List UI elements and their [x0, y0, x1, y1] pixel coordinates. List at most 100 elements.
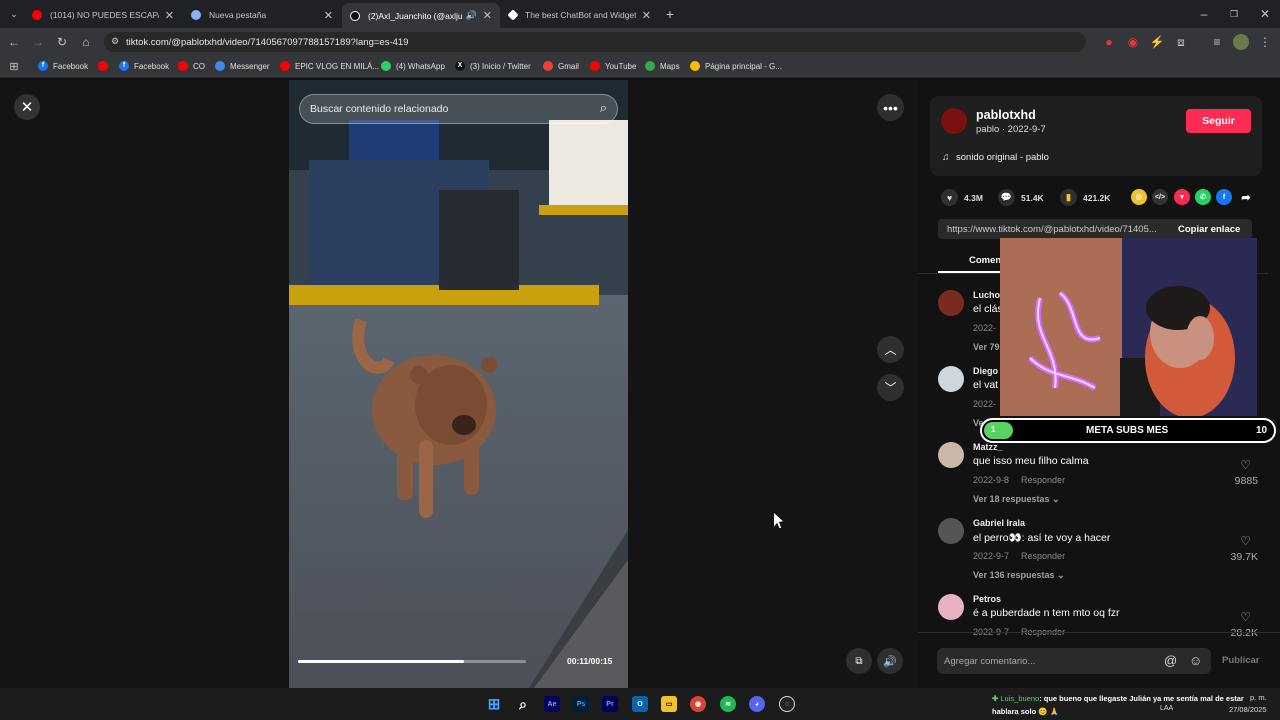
bookmark-6[interactable]: (4) WhatsApp — [381, 61, 445, 71]
site-info-icon[interactable]: ⚙ — [111, 36, 119, 47]
extension-pin-icon[interactable]: ◉ — [1125, 34, 1141, 50]
bookmark-2[interactable] — [98, 61, 113, 71]
menu-icon[interactable]: ⋮ — [1257, 34, 1273, 50]
profile-avatar[interactable] — [1233, 34, 1249, 50]
comment-like-icon[interactable]: ♡ — [1240, 610, 1251, 624]
outlook-icon[interactable]: O — [632, 696, 648, 712]
bookmark-0[interactable]: f Facebook — [38, 61, 88, 71]
previous-video-icon[interactable]: ︿ — [877, 336, 904, 363]
restore-icon[interactable]: ❐ — [1226, 6, 1242, 22]
facebook-share-icon[interactable]: f — [1216, 189, 1232, 205]
tab-youtube[interactable]: (1014) NO PUEDES ESCAPAR D ✕ — [24, 4, 182, 26]
tab-new[interactable]: Nueva pestaña ✕ — [183, 4, 341, 26]
bookmark-10[interactable]: Maps — [645, 61, 680, 71]
commenter-avatar[interactable] — [938, 290, 964, 316]
close-tab-icon[interactable]: ✕ — [324, 9, 333, 22]
chrome-taskbar-icon[interactable]: ◉ — [690, 696, 706, 712]
follow-button[interactable]: Seguir — [1186, 109, 1251, 133]
spotify-icon[interactable]: ≋ — [720, 696, 736, 712]
bookmark-8[interactable]: Gmail — [543, 61, 579, 71]
apps-icon[interactable]: ⊞ — [6, 59, 22, 75]
windows-start-icon[interactable]: ⊞ — [486, 696, 502, 713]
comment-input[interactable]: Agregar comentario... @ ☺ — [937, 648, 1211, 674]
extensions-icon[interactable]: ⧈ — [1173, 34, 1189, 50]
whatsapp-share-icon[interactable]: ✆ — [1195, 189, 1211, 205]
tray-lang[interactable]: LAA — [1160, 705, 1173, 712]
save-button[interactable]: ▮ 421.2K — [1060, 189, 1110, 206]
tray-time[interactable]: p. m. — [1250, 693, 1267, 702]
close-tab-icon[interactable]: ✕ — [642, 9, 651, 22]
view-replies-button[interactable]: Ver 136 respuestas ⌄ — [973, 570, 1065, 581]
reply-button[interactable]: Responder — [1021, 551, 1065, 561]
emoji-icon[interactable]: ☺ — [1189, 653, 1202, 668]
after-effects-icon[interactable]: Ae — [544, 696, 560, 712]
minimize-icon[interactable]: – — [1196, 6, 1212, 22]
mention-icon[interactable]: @ — [1164, 653, 1177, 668]
premiere-icon[interactable]: Pr — [602, 696, 618, 712]
tray-date[interactable]: 27/08/2025 — [1229, 705, 1267, 714]
more-options-icon[interactable]: ••• — [877, 94, 904, 121]
audio-icon[interactable]: 🔊 — [466, 10, 477, 21]
address-bar[interactable]: ⚙ tiktok.com/@pablotxhd/video/7140567097… — [104, 32, 1086, 52]
bookmark-1[interactable]: f Facebook — [119, 61, 169, 71]
close-tab-icon[interactable]: ✕ — [165, 9, 174, 22]
commenter-avatar[interactable] — [938, 366, 964, 392]
comment-button[interactable]: 💬 51.4K — [998, 189, 1044, 206]
tab-tiktok[interactable]: (2)Axl_Juanchito (@axljuan 🔊 ✕ — [342, 3, 500, 28]
video-link[interactable]: https://www.tiktok.com/@pablotxhd/video/… — [947, 224, 1167, 235]
send-icon[interactable]: ▼ — [1174, 189, 1190, 205]
new-tab-icon[interactable]: + — [662, 6, 678, 22]
view-replies-button[interactable]: Ver 18 respuestas ⌄ — [973, 494, 1060, 505]
post-button[interactable]: Publicar — [1222, 655, 1260, 666]
bookmark-9[interactable]: YouTube — [590, 61, 636, 71]
reload-icon[interactable]: ↻ — [54, 34, 70, 50]
obs-icon[interactable]: ◌ — [779, 696, 795, 712]
reply-button[interactable]: Responder — [1021, 475, 1065, 485]
volume-icon[interactable]: 🔊 — [877, 648, 903, 674]
commenter-name[interactable]: Lucho — [973, 290, 1000, 300]
photoshop-icon[interactable]: Ps — [573, 696, 589, 712]
home-icon[interactable]: ⌂ — [78, 34, 94, 50]
media-icon[interactable]: ≡ — [1209, 34, 1225, 50]
next-video-icon[interactable]: ﹀ — [877, 374, 904, 401]
tab-comments[interactable]: Comen — [969, 255, 1001, 266]
close-icon[interactable]: ✕ — [14, 94, 40, 120]
extension-red-icon[interactable]: ● — [1101, 34, 1117, 50]
sound-name[interactable]: sonido original - pablo — [956, 152, 1049, 163]
commenter-name[interactable]: Petros — [973, 594, 1001, 604]
share-arrow-icon[interactable]: ➦ — [1238, 189, 1254, 205]
related-search-bar[interactable]: Buscar contenido relacionado ⌕ — [299, 94, 618, 124]
like-button[interactable]: ♥ 4.3M — [941, 189, 983, 206]
close-tab-icon[interactable]: ✕ — [483, 9, 492, 22]
commenter-name[interactable]: Matzz_ — [973, 442, 1003, 452]
commenter-avatar[interactable] — [938, 594, 964, 620]
copy-link-button[interactable]: Copiar enlace — [1178, 224, 1240, 235]
search-icon[interactable]: ⌕ — [600, 100, 607, 116]
share-coin-icon[interactable]: ◎ — [1131, 189, 1147, 205]
commenter-name[interactable]: Diego — [973, 366, 998, 376]
video-progress-track[interactable] — [298, 660, 526, 663]
tab-chatbot[interactable]: The best ChatBot and Widgets ✕ — [501, 4, 659, 26]
back-icon[interactable]: ← — [6, 34, 22, 50]
author-avatar[interactable] — [941, 108, 967, 134]
tab-search-icon[interactable]: ⌄ — [6, 6, 22, 22]
commenter-avatar[interactable] — [938, 442, 964, 468]
comment-like-icon[interactable]: ♡ — [1240, 458, 1251, 472]
file-explorer-icon[interactable]: ▭ — [661, 696, 677, 712]
comment-like-icon[interactable]: ♡ — [1240, 534, 1251, 548]
commenter-avatar[interactable] — [938, 518, 964, 544]
embed-icon[interactable]: </> — [1152, 189, 1168, 205]
close-window-icon[interactable]: ✕ — [1257, 6, 1273, 22]
commenter-name[interactable]: Gabriel Irala — [973, 518, 1025, 528]
bookmark-11[interactable]: Página principal - G... — [690, 61, 782, 71]
search-taskbar-icon[interactable]: ⌕ — [515, 696, 531, 712]
bookmark-4[interactable]: Messenger — [215, 61, 270, 71]
bookmark-5[interactable]: EPIC VLOG EN MILÁ... — [280, 61, 379, 71]
extension-flash-icon[interactable]: ⚡ — [1149, 34, 1165, 50]
author-username[interactable]: pablotxhd — [976, 108, 1036, 122]
forward-icon[interactable]: → — [30, 34, 46, 50]
bookmark-3[interactable]: CO — [178, 61, 205, 71]
bookmark-7[interactable]: X (3) Inicio / Twitter — [455, 61, 531, 71]
floating-player-icon[interactable]: ⧉ — [846, 648, 872, 674]
discord-icon[interactable]: ◕ — [749, 696, 765, 712]
